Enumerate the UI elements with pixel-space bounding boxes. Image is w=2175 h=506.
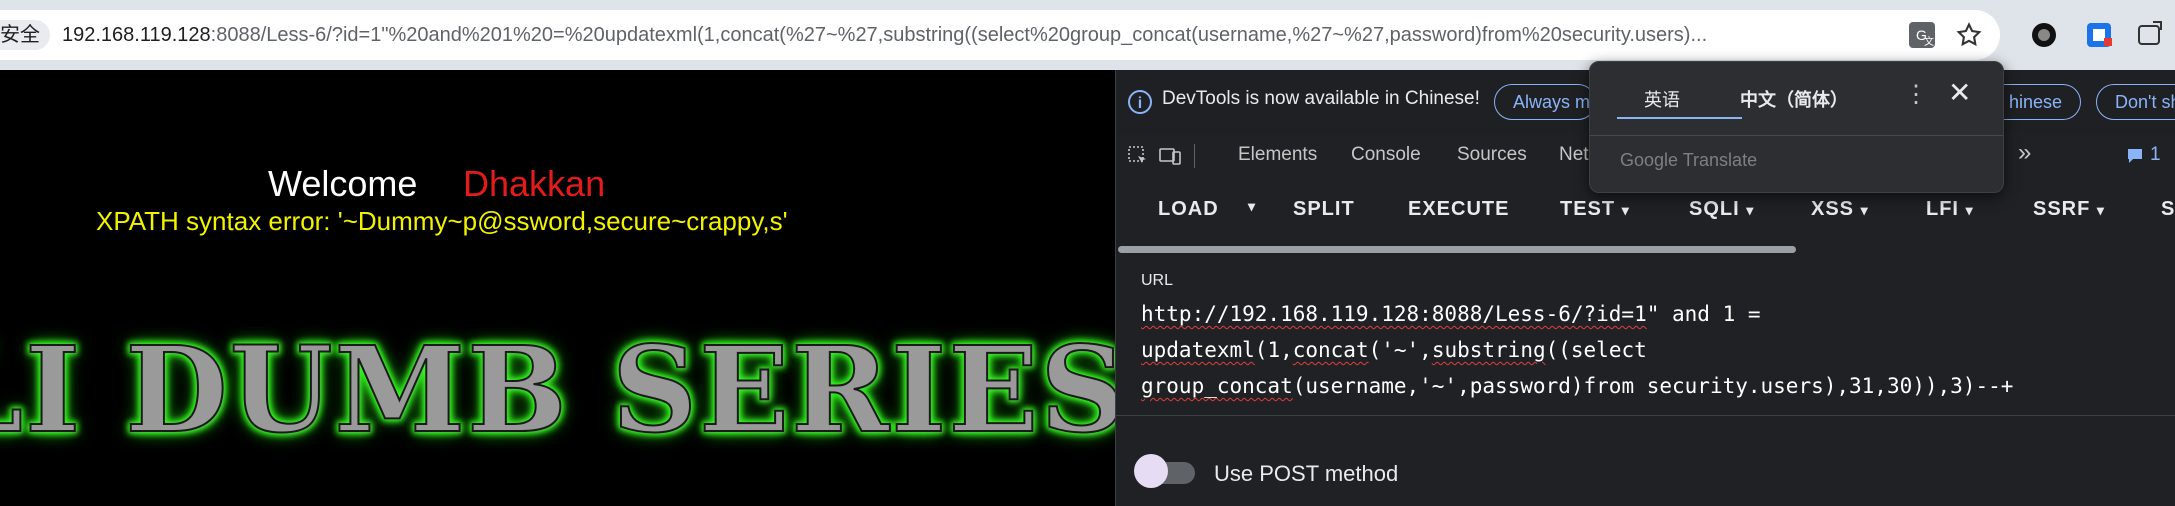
- url-divider: [1116, 415, 2175, 416]
- sqli-menu-button[interactable]: SQLI ▾: [1689, 198, 1754, 221]
- post-method-label: Use POST method: [1214, 461, 1399, 486]
- extension-icon[interactable]: [2025, 16, 2063, 54]
- tab-network[interactable]: Net: [1559, 144, 1589, 166]
- xpath-error-message: XPATH syntax error: '~Dummy~p@ssword,sec…: [96, 206, 788, 236]
- tab-elements[interactable]: Elements: [1238, 144, 1317, 166]
- tabbar-divider: [1194, 144, 1195, 168]
- infobar-message: DevTools is now available in Chinese!: [1162, 88, 1480, 109]
- tab-icon[interactable]: [2131, 16, 2169, 54]
- hackbar-scrollbar[interactable]: [1118, 246, 1796, 253]
- translate-tab-indicator: [1617, 117, 1742, 119]
- dont-show-again-button[interactable]: Don't sho: [2096, 84, 2175, 120]
- always-match-button[interactable]: Always ma: [1494, 84, 1596, 120]
- web-page: Welcome Dhakkan XPATH syntax error: '~Du…: [0, 70, 1115, 506]
- translate-separator: [1590, 135, 2003, 136]
- address-url[interactable]: 192.168.119.128:8088/Less-6/?id=1"%20and…: [62, 10, 1892, 60]
- execute-button[interactable]: EXECUTE: [1408, 198, 1509, 221]
- security-indicator[interactable]: 安全: [0, 20, 50, 50]
- translate-tab-chinese[interactable]: 中文（简体）: [1740, 86, 1848, 112]
- browser-toolbar: 安全 192.168.119.128:8088/Less-6/?id=1"%20…: [0, 0, 2175, 70]
- inspect-element-icon[interactable]: [1124, 142, 1152, 170]
- translate-tab-english[interactable]: 英语: [1644, 86, 1680, 112]
- translate-more-icon[interactable]: ⋮: [1904, 80, 1928, 109]
- more-tabs-icon[interactable]: »: [2018, 139, 2031, 167]
- switch-to-chinese-button[interactable]: hinese: [1991, 84, 2081, 120]
- post-method-toggle-knob[interactable]: [1134, 454, 1168, 488]
- tab-sources[interactable]: Sources: [1457, 144, 1527, 166]
- xss-menu-button[interactable]: XSS ▾: [1811, 198, 1869, 221]
- split-button[interactable]: SPLIT: [1293, 198, 1355, 221]
- url-label: URL: [1141, 272, 1174, 289]
- ssrf-menu-button[interactable]: SSRF ▾: [2033, 198, 2105, 221]
- banner-title: LI DUMB SERIES: [0, 319, 1115, 460]
- translate-close-icon[interactable]: ✕: [1948, 76, 1971, 109]
- welcome-text: Welcome: [268, 163, 418, 204]
- bookmark-star-icon[interactable]: [1952, 18, 1986, 52]
- issues-count: 1: [2150, 144, 2161, 165]
- test-menu-button[interactable]: TEST ▾: [1560, 198, 1630, 221]
- load-button[interactable]: LOAD: [1158, 198, 1219, 221]
- lfi-menu-button[interactable]: LFI ▾: [1926, 198, 1974, 221]
- translate-popup: 英语 中文（简体） ⋮ ✕ Google Translate: [1589, 61, 2004, 193]
- url-textarea[interactable]: http://192.168.119.128:8088/Less-6/?id=1…: [1141, 296, 2151, 404]
- tab-console[interactable]: Console: [1351, 144, 1421, 166]
- svg-text:文: 文: [1924, 35, 1934, 48]
- translate-icon[interactable]: G文: [1905, 18, 1939, 52]
- google-translate-label: Google Translate: [1620, 150, 1758, 170]
- more-menu-button[interactable]: S: [2161, 198, 2175, 221]
- info-icon: i: [1128, 90, 1152, 114]
- load-dropdown-icon[interactable]: ▾: [1248, 198, 1256, 215]
- issues-icon[interactable]: [2121, 142, 2149, 170]
- device-toolbar-icon[interactable]: [1156, 142, 1184, 170]
- username-text: Dhakkan: [463, 163, 606, 204]
- profile-icon[interactable]: [2080, 16, 2118, 54]
- address-bar[interactable]: 安全 192.168.119.128:8088/Less-6/?id=1"%20…: [0, 10, 2000, 60]
